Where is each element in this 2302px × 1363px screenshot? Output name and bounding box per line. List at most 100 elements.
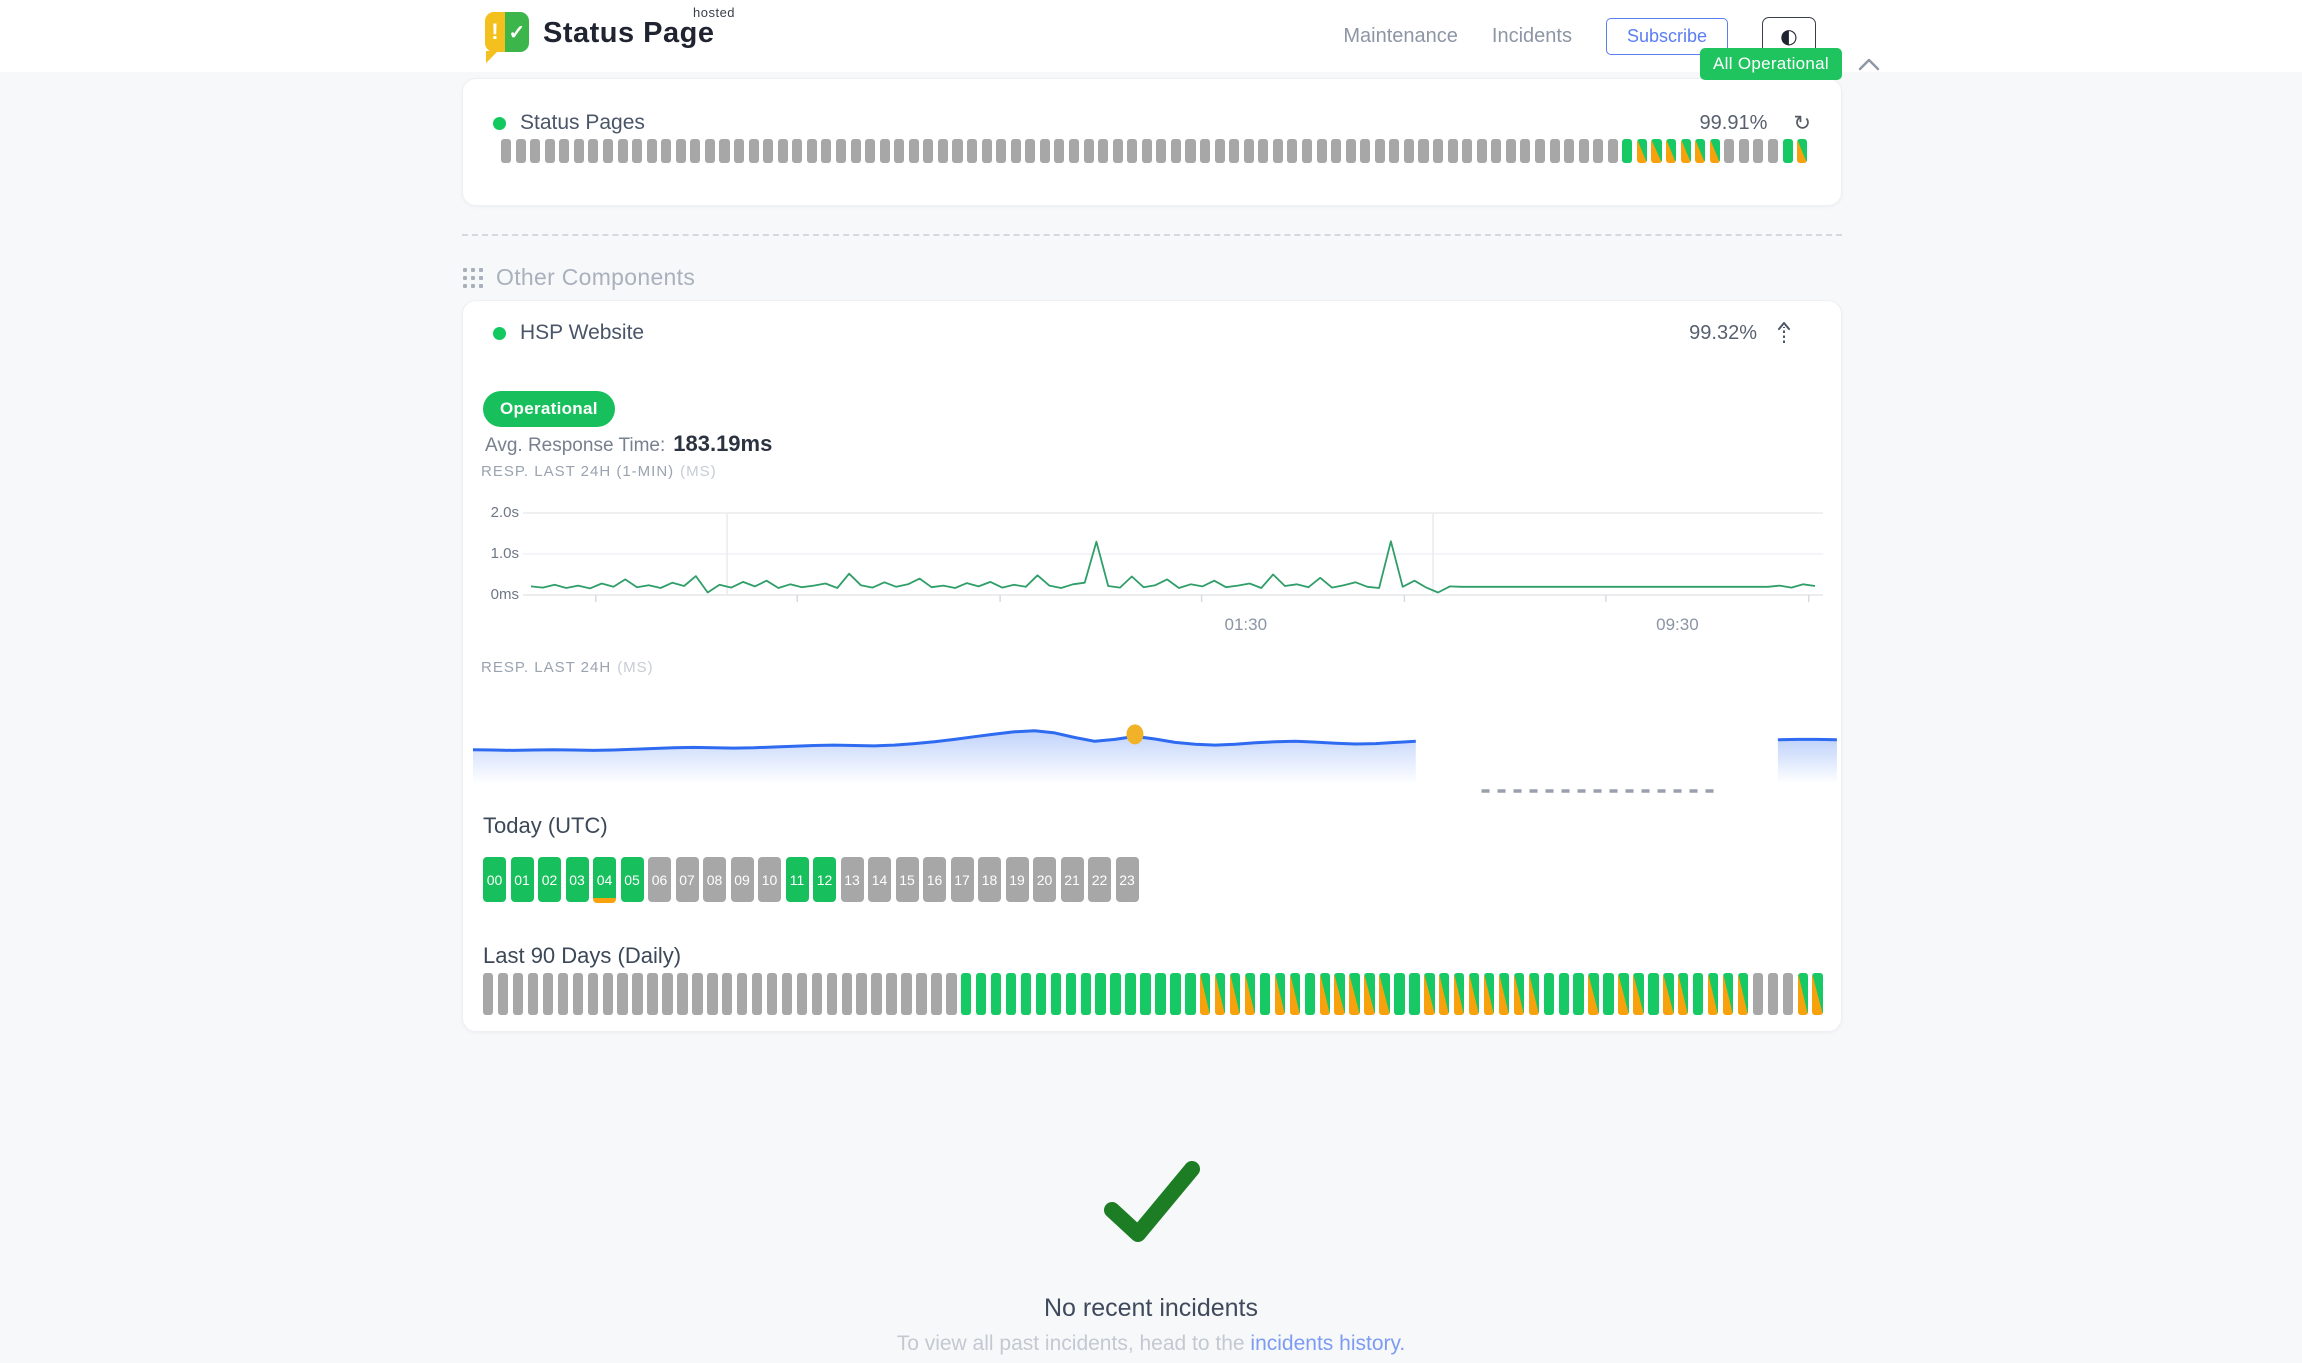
uptime-bar	[865, 139, 875, 163]
component-row-hsp-website[interactable]: HSP Website 99.32%	[493, 321, 1791, 345]
component-name: Status Pages	[520, 111, 645, 135]
uptime-bar	[1663, 973, 1673, 1015]
x-tick-label: 01:30	[1206, 615, 1286, 635]
uptime-bar	[647, 973, 657, 1015]
uptime-bar	[1081, 973, 1091, 1015]
half-moon-icon: ◐	[1780, 24, 1797, 48]
uptime-bar	[782, 973, 792, 1015]
uptime-bar	[1287, 139, 1297, 163]
uptime-bar	[1125, 973, 1135, 1015]
uptime-bar	[1069, 139, 1079, 163]
uptime-bar	[1573, 973, 1583, 1015]
uptime-bar	[1140, 973, 1150, 1015]
nav-incidents[interactable]: Incidents	[1492, 25, 1572, 48]
status-dot	[493, 327, 506, 340]
hour-block-01: 01	[511, 857, 534, 902]
uptime-bar	[827, 973, 837, 1015]
uptime-bar	[778, 139, 788, 163]
uptime-bar	[1230, 973, 1240, 1015]
status-badge: Operational	[483, 391, 615, 427]
uptime-bar	[574, 139, 584, 163]
uptime-bar	[836, 139, 846, 163]
uptime-bar	[1170, 973, 1180, 1015]
uptime-bar	[1681, 139, 1691, 163]
uptime-bar	[1334, 973, 1344, 1015]
today-hour-blocks: 0001020304050607080910111213141516171819…	[483, 857, 1139, 902]
uptime-bar	[923, 139, 933, 163]
uptime-bar	[1258, 139, 1268, 163]
uptime-bar	[1409, 973, 1419, 1015]
chart1-x-axis: 01:3009:30	[523, 615, 1823, 639]
degraded-underline	[593, 898, 616, 903]
uptime-bar	[1051, 973, 1061, 1015]
uptime-bar	[1693, 973, 1703, 1015]
uptime-bar	[676, 139, 686, 163]
uptime-bar	[1506, 139, 1516, 163]
hour-block-09: 09	[731, 857, 754, 902]
uptime-bar	[1155, 973, 1165, 1015]
today-heading: Today (UTC)	[483, 813, 608, 839]
uptime-bar	[1783, 139, 1793, 163]
nav-maintenance[interactable]: Maintenance	[1343, 25, 1458, 48]
chart1-y-axis: 2.0s1.0s0ms	[477, 503, 521, 613]
uptime-bar	[996, 139, 1006, 163]
uptime-bar	[886, 973, 896, 1015]
uptime-bar	[1544, 973, 1554, 1015]
uptime-bar	[516, 139, 526, 163]
uptime-bar	[1454, 973, 1464, 1015]
chevron-up-icon[interactable]	[1858, 58, 1880, 71]
uptime-bar	[1448, 139, 1458, 163]
uptime-bar	[1491, 139, 1501, 163]
hour-block-18: 18	[978, 857, 1001, 902]
chart1-caption: RESP. LAST 24H (1-MIN)(MS)	[481, 463, 717, 480]
uptime-bar	[692, 973, 702, 1015]
avg-response-value: 183.19ms	[673, 431, 772, 456]
uptime-bar	[821, 139, 831, 163]
uptime-bar	[1200, 973, 1210, 1015]
uptime-bar	[705, 139, 715, 163]
success-check-icon	[1096, 1158, 1206, 1255]
uptime-bar	[1364, 973, 1374, 1015]
hour-block-05: 05	[621, 857, 644, 902]
uptime-bar	[677, 973, 687, 1015]
uptime-bar	[1084, 139, 1094, 163]
uptime-bar	[1753, 973, 1763, 1015]
uptime-bar	[1171, 139, 1181, 163]
uptime-bar	[647, 139, 657, 163]
hour-block-00: 00	[483, 857, 506, 902]
hour-block-17: 17	[951, 857, 974, 902]
uptime-bar	[1346, 139, 1356, 163]
uptime-bar	[982, 139, 992, 163]
no-recent-incidents-title: No recent incidents	[0, 1294, 2302, 1323]
component-row-status-pages[interactable]: Status Pages 99.91% ↻	[493, 111, 1811, 135]
brand-logo[interactable]: ! ✓ Status Page hosted	[485, 12, 715, 54]
uptime-bar	[1127, 139, 1137, 163]
hour-block-20: 20	[1033, 857, 1056, 902]
uptime-bar	[1724, 139, 1734, 163]
uptime-bar	[498, 973, 508, 1015]
uptime-bar	[1499, 973, 1509, 1015]
uptime-bar	[1588, 973, 1598, 1015]
uptime-bar	[1066, 973, 1076, 1015]
uptime-bar	[1520, 139, 1530, 163]
uptime-bar	[1710, 139, 1720, 163]
uptime-bar	[1404, 139, 1414, 163]
response-line-chart: 2.0s1.0s0ms 01:3009:30	[477, 503, 1829, 633]
uptime-bar	[763, 139, 773, 163]
uptime-bar	[1812, 973, 1822, 1015]
hour-block-19: 19	[1006, 857, 1029, 902]
uptime-bar	[1185, 139, 1195, 163]
uptime-bar	[1260, 973, 1270, 1015]
uptime-bar	[632, 973, 642, 1015]
uptime-bar	[1036, 973, 1046, 1015]
uptime-bar	[1593, 139, 1603, 163]
hour-block-11: 11	[786, 857, 809, 902]
check-icon: ✓	[505, 12, 529, 52]
y-tick-label: 1.0s	[491, 545, 519, 562]
uptime-bar	[734, 139, 744, 163]
refresh-icon[interactable]: ↻	[1793, 113, 1811, 134]
uptime-bar	[931, 973, 941, 1015]
uptime-bar	[916, 973, 926, 1015]
incidents-history-link[interactable]: incidents history.	[1250, 1332, 1405, 1355]
uptime-bar	[1215, 973, 1225, 1015]
